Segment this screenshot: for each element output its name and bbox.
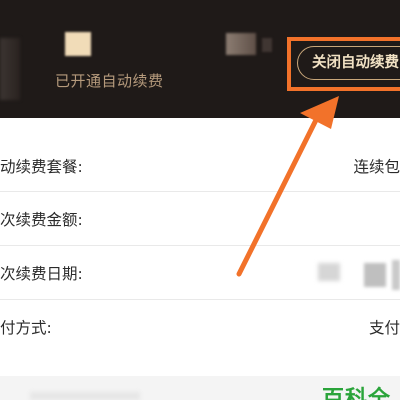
renewal-date-blurred — [318, 263, 340, 281]
renewal-plan-label: 动续费套餐: — [0, 158, 83, 176]
username-blurred — [65, 32, 91, 56]
highlight-box — [287, 37, 400, 91]
row-renewal-date: 次续费日期: — [0, 247, 400, 299]
renewal-details-card: 动续费套餐: 连续包 次续费金额: 次续费日期: 付方式: 支付 — [0, 118, 400, 376]
page: 已开通自动续费 关闭自动续费 动续费套餐: 连续包 次续费金额: 次续费日期: … — [0, 0, 400, 400]
watermark-text: 百科全 — [322, 387, 392, 400]
renewal-amount-label: 次续费金额: — [0, 211, 83, 229]
divider — [0, 299, 400, 300]
row-renewal-plan: 动续费套餐: 连续包 — [0, 140, 400, 192]
payment-method-label: 付方式: — [0, 319, 52, 337]
renewal-date-blurred — [392, 260, 400, 290]
faint-content — [30, 392, 140, 400]
username-blurred-part — [262, 38, 272, 52]
payment-method-value: 支付 — [368, 319, 400, 337]
renewal-plan-value: 连续包 — [353, 158, 400, 176]
user-avatar-blurred — [0, 38, 20, 100]
divider — [0, 191, 400, 192]
renewal-date-label: 次续费日期: — [0, 265, 83, 283]
row-renewal-amount: 次续费金额: — [0, 193, 400, 245]
divider — [0, 245, 400, 246]
renewal-date-blurred — [364, 263, 386, 287]
auto-renew-status-text: 已开通自动续费 — [55, 72, 164, 90]
username-blurred-part — [226, 33, 256, 55]
row-payment-method: 付方式: 支付 — [0, 301, 400, 353]
